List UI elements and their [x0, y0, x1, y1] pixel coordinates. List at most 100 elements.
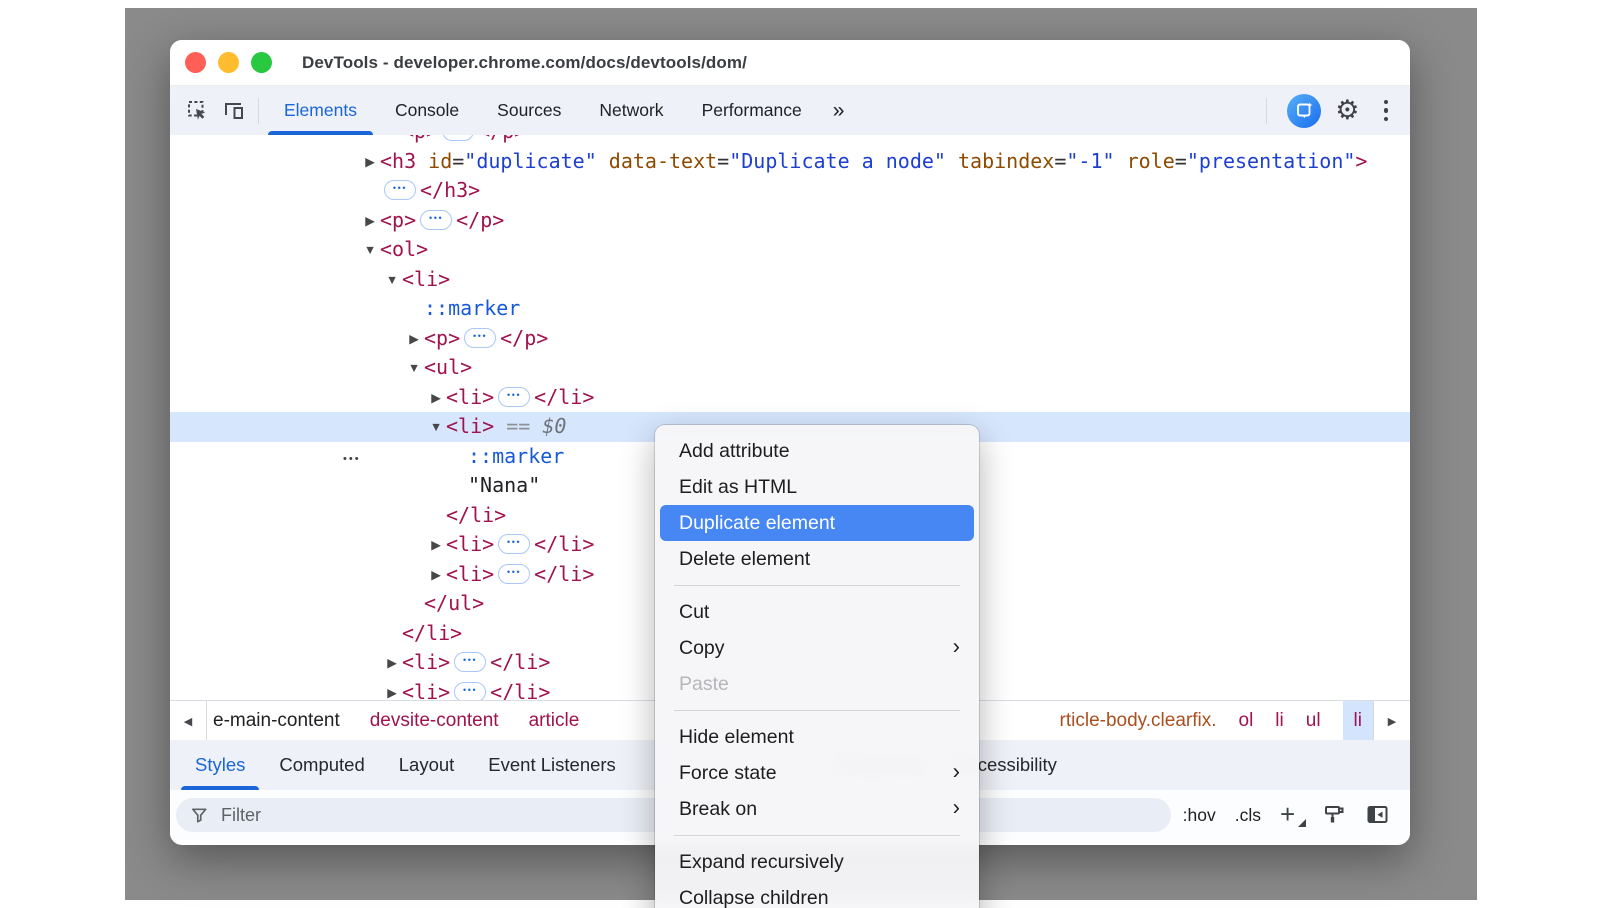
tab-event-listeners[interactable]: Event Listeners	[471, 740, 633, 790]
close-button[interactable]	[185, 52, 206, 73]
toggle-sidebar-icon[interactable]	[1366, 803, 1390, 827]
tab-computed[interactable]: Computed	[262, 740, 381, 790]
code-pseudo: ::marker	[424, 296, 520, 320]
code-tag: </p>	[478, 135, 526, 143]
dom-tree-row[interactable]: ▼<ul>	[170, 353, 1410, 383]
expand-arrow-right-icon[interactable]: ▶	[382, 679, 402, 701]
devtools-toolbar: ElementsConsoleSourcesNetworkPerformance…	[170, 86, 1410, 136]
settings-gear-icon[interactable]: ⚙	[1335, 97, 1359, 124]
code-attr: tabindex	[946, 149, 1054, 173]
dom-tree-row[interactable]: ▶<li></li>	[170, 383, 1410, 413]
menu-item-label: Expand recursively	[679, 851, 844, 874]
code-p: =	[1054, 149, 1066, 173]
toolbar-right: ⚙	[1260, 94, 1410, 128]
submenu-chevron-icon: ›	[953, 758, 960, 784]
code-tag: >	[1355, 149, 1367, 173]
new-style-rule-icon[interactable]: +	[1280, 803, 1304, 827]
breadcrumb-item[interactable]: article	[529, 710, 580, 732]
menu-item-expand-recursively[interactable]: Expand recursively	[660, 844, 974, 880]
collapsed-content-pill-icon[interactable]	[454, 682, 486, 701]
window-title: DevTools - developer.chrome.com/docs/dev…	[302, 53, 747, 73]
ai-assistance-icon[interactable]	[1287, 94, 1321, 128]
menu-separator	[674, 835, 960, 836]
tab-console[interactable]: Console	[376, 86, 478, 135]
expand-arrow-down-icon[interactable]: ▼	[360, 236, 380, 266]
collapsed-content-pill-icon[interactable]	[498, 387, 530, 407]
dom-tree-row[interactable]: ▶<p></p>	[170, 324, 1410, 354]
expand-arrow-down-icon[interactable]: ▼	[404, 354, 424, 384]
dom-tree-row[interactable]: ▼<ol>	[170, 235, 1410, 265]
more-tabs-button[interactable]: »	[821, 99, 857, 123]
menu-item-collapse-children[interactable]: Collapse children	[660, 880, 974, 908]
breadcrumb-item[interactable]: e-main-content	[213, 710, 340, 732]
breadcrumb-prev-icon[interactable]: ◀	[170, 701, 207, 741]
breadcrumb-item[interactable]: rticle-body.clearfix.	[1060, 701, 1217, 741]
dom-tree-row[interactable]: ▶<h3 id="duplicate" data-text="Duplicate…	[170, 147, 1410, 177]
code-plain	[530, 414, 542, 438]
breadcrumb-item[interactable]: ol	[1239, 701, 1254, 741]
minimize-button[interactable]	[218, 52, 239, 73]
dom-tree-row[interactable]: ::marker	[170, 294, 1410, 324]
dom-tree-row[interactable]: </h3>	[170, 176, 1410, 206]
tab-network[interactable]: Network	[580, 86, 682, 135]
tab-layout[interactable]: Layout	[382, 740, 472, 790]
code-plain: "Nana"	[468, 473, 540, 497]
breadcrumb-item[interactable]: li	[1275, 701, 1283, 741]
code-tag: </ul>	[424, 591, 484, 615]
menu-separator	[674, 710, 960, 711]
collapsed-content-pill-icon[interactable]	[442, 135, 474, 141]
expand-arrow-right-icon[interactable]: ▶	[382, 649, 402, 679]
expand-arrow-right-icon[interactable]: ▶	[426, 531, 446, 561]
filter-funnel-icon	[190, 806, 209, 825]
menu-item-cut[interactable]: Cut	[660, 594, 974, 630]
window-titlebar: DevTools - developer.chrome.com/docs/dev…	[170, 40, 1410, 86]
menu-item-delete-element[interactable]: Delete element	[660, 541, 974, 577]
inspect-element-icon[interactable]	[180, 93, 216, 129]
breadcrumb-item[interactable]: ul	[1306, 701, 1321, 741]
tab-styles[interactable]: Styles	[178, 740, 262, 790]
menu-item-hide-element[interactable]: Hide element	[660, 719, 974, 755]
menu-item-label: Delete element	[679, 548, 810, 571]
collapsed-content-pill-icon[interactable]	[420, 210, 452, 230]
tab-performance[interactable]: Performance	[683, 86, 821, 135]
collapsed-content-pill-icon[interactable]	[454, 652, 486, 672]
breadcrumb-next-icon[interactable]: ▶	[1373, 701, 1410, 741]
collapsed-content-pill-icon[interactable]	[498, 534, 530, 554]
menu-item-copy[interactable]: Copy›	[660, 630, 974, 666]
expand-arrow-right-icon[interactable]: ▶	[426, 384, 446, 414]
collapsed-content-pill-icon[interactable]	[384, 180, 416, 200]
code-tag: </h3>	[420, 178, 480, 202]
code-eq: ==	[506, 414, 530, 438]
expand-arrow-down-icon[interactable]: ▼	[426, 413, 446, 443]
menu-item-label: Force state	[679, 762, 777, 785]
menu-item-break-on[interactable]: Break on›	[660, 791, 974, 827]
menu-item-duplicate-element[interactable]: Duplicate element	[660, 505, 974, 541]
more-options-icon[interactable]	[1374, 96, 1399, 126]
collapsed-content-pill-icon[interactable]	[464, 328, 496, 348]
code-p: =	[717, 149, 729, 173]
tab-elements[interactable]: Elements	[265, 86, 376, 135]
menu-item-force-state[interactable]: Force state ›	[660, 755, 974, 791]
element-classes-button[interactable]: .cls	[1235, 805, 1261, 826]
expand-arrow-right-icon[interactable]: ▶	[426, 561, 446, 591]
tab-sources[interactable]: Sources	[478, 86, 580, 135]
menu-item-edit-as-html[interactable]: Edit as HTML	[660, 469, 974, 505]
menu-item-add-attribute[interactable]: Add attribute	[660, 433, 974, 469]
expand-arrow-right-icon[interactable]: ▶	[360, 207, 380, 237]
zoom-button[interactable]	[251, 52, 272, 73]
expand-arrow-down-icon[interactable]: ▼	[382, 266, 402, 296]
rendering-brush-icon[interactable]	[1323, 803, 1347, 827]
breadcrumb-item[interactable]: devsite-content	[370, 710, 499, 732]
dom-tree-row[interactable]: ▶<p></p>	[170, 206, 1410, 236]
expand-arrow-right-icon[interactable]: ▶	[360, 148, 380, 178]
device-toolbar-icon[interactable]	[216, 93, 252, 129]
toggle-element-state-button[interactable]: :hov	[1183, 805, 1216, 826]
breadcrumb-item[interactable]: li	[1343, 701, 1373, 741]
dom-tree-row[interactable]: <p></p>	[170, 135, 1410, 147]
expand-arrow-right-icon[interactable]: ▶	[404, 325, 424, 355]
code-val: "duplicate"	[464, 149, 596, 173]
row-overflow-menu-icon[interactable]: •••	[343, 453, 361, 465]
collapsed-content-pill-icon[interactable]	[498, 564, 530, 584]
menu-item-label: Duplicate element	[679, 512, 835, 535]
dom-tree-row[interactable]: ▼<li>	[170, 265, 1410, 295]
